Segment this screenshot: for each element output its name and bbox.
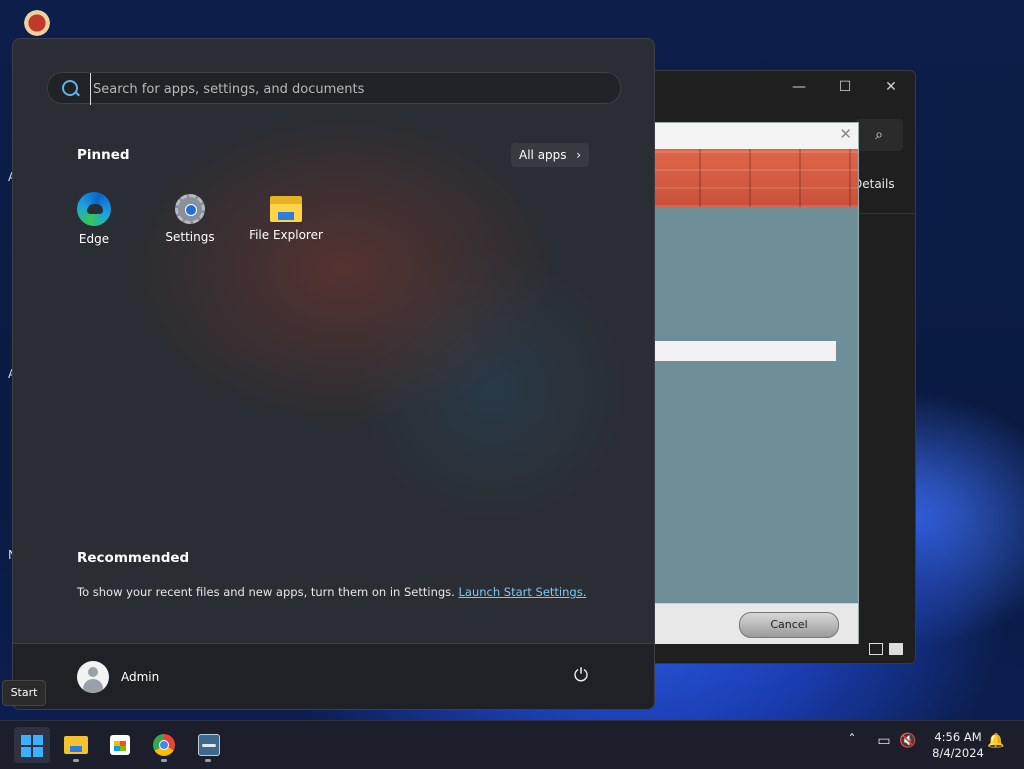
dialog-path-field[interactable]: [649, 341, 836, 361]
window-titlebar: — ☐ ✕: [649, 71, 915, 103]
taskbar-microsoft-store[interactable]: [102, 727, 138, 763]
clock-date: 8/4/2024: [932, 746, 984, 760]
view-toggle: [869, 643, 903, 655]
gear-icon: [175, 194, 205, 224]
recommended-message: To show your recent files and new apps, …: [77, 585, 586, 599]
all-apps-label: All apps: [519, 148, 567, 162]
tiles-view-icon[interactable]: [889, 643, 903, 655]
taskbar-file-explorer[interactable]: [58, 727, 94, 763]
minimize-button[interactable]: —: [779, 75, 819, 99]
cancel-button[interactable]: Cancel: [739, 612, 839, 638]
folder-icon: [64, 736, 88, 754]
launch-start-settings-link[interactable]: Launch Start Settings.: [458, 585, 586, 599]
volume-muted-icon[interactable]: 🔇: [898, 733, 918, 749]
notification-bell-icon[interactable]: 🔔: [986, 733, 1006, 749]
search-button[interactable]: ⌕: [855, 119, 903, 151]
pinned-app-label: Edge: [78, 232, 110, 246]
maximize-button[interactable]: ☐: [825, 75, 865, 99]
chevron-right-icon: ›: [576, 148, 581, 162]
pinned-app-label: File Explorer: [249, 228, 323, 242]
close-button[interactable]: ✕: [871, 75, 911, 99]
show-hidden-icons-chevron-up-icon[interactable]: ˆ: [842, 733, 862, 749]
pinned-app-settings[interactable]: Settings: [145, 192, 235, 244]
recommended-message-text: To show your recent files and new apps, …: [77, 585, 455, 599]
power-button[interactable]: ⏻: [569, 664, 593, 688]
pinned-app-file-explorer[interactable]: File Explorer: [241, 192, 331, 242]
desktop-app-icon[interactable]: [22, 8, 52, 38]
edge-icon: [77, 192, 111, 226]
taskbar: ˆ ▭ 🔇 4:56 AM 8/4/2024 🔔: [0, 720, 1024, 769]
start-search-box[interactable]: [47, 72, 621, 105]
start-menu: Pinned All apps › Edge Settings File Exp…: [12, 38, 655, 710]
pinned-app-label: Settings: [165, 230, 215, 244]
chrome-icon: [153, 734, 175, 756]
taskbar-chrome[interactable]: [146, 727, 182, 763]
power-icon: ⏻: [573, 665, 589, 686]
dialog-close-icon[interactable]: ✕: [839, 125, 852, 143]
details-button[interactable]: Details: [853, 177, 895, 191]
dialog-banner-image: [649, 149, 858, 207]
taskbar-installer[interactable]: [190, 727, 226, 763]
pinned-heading: Pinned: [77, 147, 130, 163]
search-icon: ⌕: [875, 127, 883, 143]
start-search-input[interactable]: [90, 73, 595, 105]
installer-app-icon: [198, 734, 220, 756]
start-tooltip: Start: [2, 680, 46, 706]
folder-icon: [270, 196, 302, 222]
search-icon: [62, 80, 78, 96]
user-bar: Admin ⏻: [13, 643, 654, 709]
dialog-titlebar: ✕: [649, 123, 858, 149]
installer-dialog: ✕ Cancel: [648, 122, 859, 644]
clock-time: 4:56 AM: [934, 730, 982, 744]
recommended-heading: Recommended: [77, 550, 190, 566]
dialog-footer: Cancel: [649, 603, 858, 644]
avatar[interactable]: [77, 661, 109, 693]
user-name[interactable]: Admin: [121, 670, 159, 684]
all-apps-button[interactable]: All apps ›: [511, 143, 589, 167]
details-view-icon[interactable]: [869, 643, 883, 655]
taskbar-start-button[interactable]: [14, 727, 50, 763]
pinned-app-edge[interactable]: Edge: [49, 192, 139, 246]
taskbar-clock[interactable]: 4:56 AM 8/4/2024: [928, 729, 988, 761]
network-icon[interactable]: ▭: [874, 733, 894, 749]
store-icon: [110, 735, 130, 755]
windows-logo-icon: [21, 735, 43, 757]
